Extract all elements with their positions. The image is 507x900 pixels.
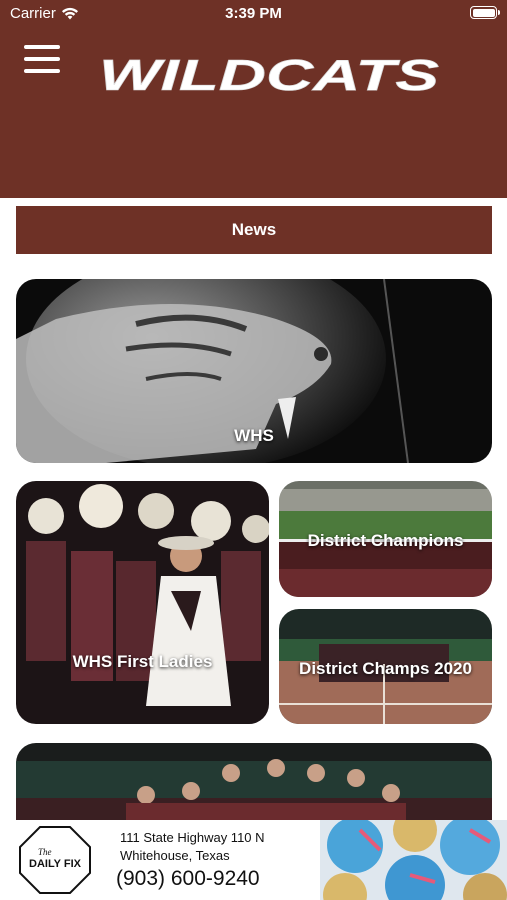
news-section-button[interactable]: News bbox=[16, 206, 492, 254]
tile-label: WHS First Ladies bbox=[72, 652, 213, 671]
daily-fix-logo: The DAILY FIX bbox=[19, 826, 91, 894]
tile-label: District Champions bbox=[307, 531, 464, 550]
battery-icon bbox=[470, 6, 500, 19]
drinks-photo bbox=[320, 820, 507, 900]
svg-text:WILDCATS: WILDCATS bbox=[99, 51, 439, 96]
ad-address-line1: 111 State Highway 110 N bbox=[120, 830, 265, 845]
ad-address-line2: Whitehouse, Texas bbox=[120, 848, 230, 863]
news-label: News bbox=[231, 220, 277, 239]
wildcats-logo: WILDCATS bbox=[99, 51, 440, 96]
tile-label: District Champs 2020 bbox=[299, 659, 472, 678]
tile-label: WHS bbox=[234, 426, 274, 445]
tile-district-champions[interactable]: District Champions bbox=[279, 481, 492, 597]
clock: 3:39 PM bbox=[225, 5, 282, 22]
tile-district-champs-2020[interactable]: District Champs 2020 bbox=[279, 609, 492, 724]
tile-whs[interactable]: WHS bbox=[16, 279, 492, 463]
svg-text:The: The bbox=[38, 847, 52, 857]
ad-phone-number[interactable]: (903) 600-9240 bbox=[116, 867, 260, 891]
tile-whs-first-ladies[interactable]: WHS First Ladies bbox=[16, 481, 269, 724]
hamburger-menu-icon[interactable] bbox=[24, 44, 62, 74]
first-ladies-photo bbox=[16, 481, 269, 724]
ad-banner[interactable]: The DAILY FIX 111 State Highway 110 N Wh… bbox=[0, 820, 507, 900]
app-header: Carrier 3:39 PM WILDCATS bbox=[0, 0, 507, 198]
status-bar: Carrier 3:39 PM bbox=[0, 0, 507, 28]
svg-text:DAILY FIX: DAILY FIX bbox=[29, 858, 82, 870]
